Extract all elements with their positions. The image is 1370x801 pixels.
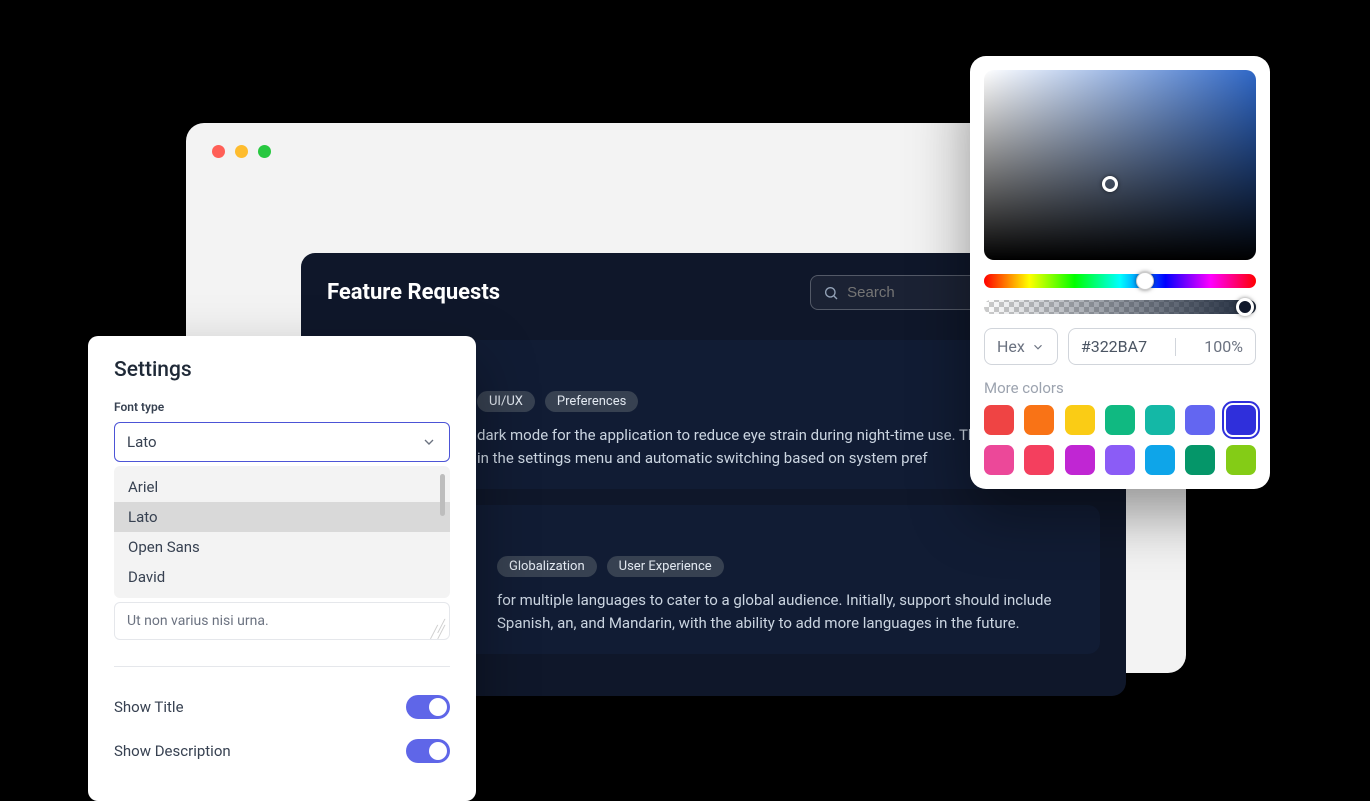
font-type-dropdown: Ariel Lato Open Sans David [114,466,450,598]
color-hex-field[interactable]: #322BA7 100% [1068,328,1256,365]
show-title-row: Show Title [114,685,450,729]
color-format-select[interactable]: Hex [984,328,1058,365]
saturation-value-field[interactable] [984,70,1256,260]
color-swatch[interactable] [1065,405,1095,435]
font-option[interactable]: Lato [114,502,450,532]
show-title-toggle[interactable] [406,695,450,719]
color-swatches [984,405,1256,475]
separator [1175,338,1176,356]
color-format-value: Hex [997,337,1025,356]
color-swatch[interactable] [1145,445,1175,475]
color-swatch[interactable] [1024,445,1054,475]
settings-title: Settings [114,358,450,382]
color-swatch[interactable] [1185,405,1215,435]
color-swatch[interactable] [1105,445,1135,475]
hue-slider[interactable] [984,274,1256,288]
search-icon [823,285,839,301]
font-type-label: Font type [114,400,450,414]
tag[interactable]: UI/UX [477,391,535,412]
color-opacity-value: 100% [1204,337,1243,356]
font-option[interactable]: Open Sans [114,532,450,562]
window-zoom-icon[interactable] [258,145,271,158]
hue-thumb[interactable] [1136,272,1154,290]
resize-handle-icon[interactable]: ╱╱╱ [431,623,445,635]
font-option[interactable]: David [114,562,450,592]
show-description-toggle[interactable] [406,739,450,763]
tag[interactable]: Globalization [497,556,597,577]
color-value-row: Hex #322BA7 100% [984,328,1256,365]
color-swatch[interactable] [984,445,1014,475]
color-picker: Hex #322BA7 100% More colors [970,56,1270,489]
settings-popover: Settings Font type Lato Ariel Lato Open … [88,336,476,801]
color-swatch[interactable] [1145,405,1175,435]
alpha-slider[interactable] [984,300,1256,314]
window-close-icon[interactable] [212,145,225,158]
show-description-row: Show Description [114,729,450,773]
color-swatch[interactable] [1024,405,1054,435]
font-option[interactable]: Ariel [114,472,450,502]
font-type-select[interactable]: Lato [114,422,450,462]
color-swatch[interactable] [1065,445,1095,475]
feature-requests-title: Feature Requests [327,280,500,305]
window-minimize-icon[interactable] [235,145,248,158]
font-type-selected: Lato [127,433,157,451]
more-colors-label: More colors [984,379,1256,397]
color-swatch[interactable] [1185,445,1215,475]
color-swatch[interactable] [1226,445,1256,475]
show-title-label: Show Title [114,698,184,716]
textarea-value: Ut non varius nisi urna. [127,613,269,629]
color-swatch[interactable] [1226,405,1256,435]
settings-textarea[interactable]: Ut non varius nisi urna. ╱╱╱ [114,602,450,640]
dropdown-scrollbar[interactable] [440,474,445,516]
alpha-thumb[interactable] [1236,298,1254,316]
tag[interactable]: Preferences [545,391,638,412]
sv-thumb[interactable] [1102,176,1118,192]
chevron-down-icon [421,434,437,450]
tag[interactable]: User Experience [607,556,724,577]
color-swatch[interactable] [1105,405,1135,435]
color-swatch[interactable] [984,405,1014,435]
window-controls [212,145,271,158]
chevron-down-icon [1031,340,1045,354]
divider [114,666,450,667]
show-description-label: Show Description [114,742,231,760]
color-hex-value: #322BA7 [1081,337,1147,356]
